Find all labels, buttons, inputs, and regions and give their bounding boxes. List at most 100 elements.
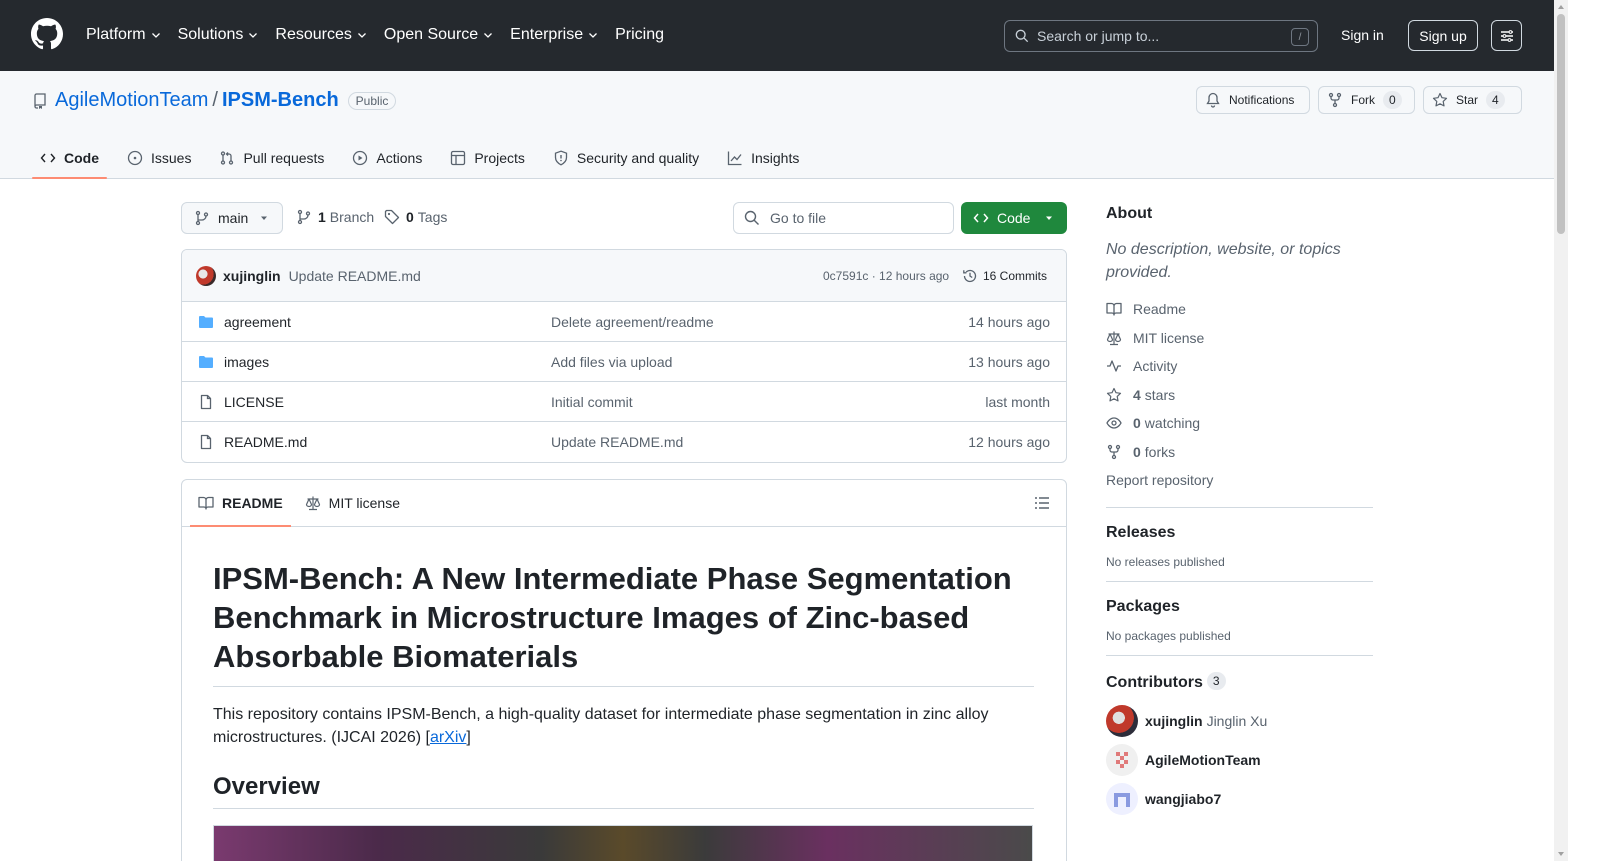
pulse-icon bbox=[1107, 360, 1121, 372]
readme-bracket-close: ] bbox=[466, 729, 471, 746]
avatar[interactable] bbox=[1106, 744, 1138, 776]
file-name-link[interactable]: agreement bbox=[224, 314, 291, 330]
repo-header: AgileMotionTeam / IPSM-Bench Public Noti… bbox=[0, 71, 1554, 179]
page-scrollbar[interactable] bbox=[1554, 0, 1568, 861]
nav-open-source[interactable]: Open Source bbox=[384, 24, 494, 46]
scroll-down-arrow-icon[interactable] bbox=[1557, 850, 1565, 858]
fork-button[interactable]: Fork 0 bbox=[1318, 86, 1415, 114]
tab-projects[interactable]: Projects bbox=[442, 138, 533, 178]
tab-insights[interactable]: Insights bbox=[719, 138, 807, 178]
branch-icon bbox=[195, 210, 209, 226]
file-commit-message[interactable]: Delete agreement/readme bbox=[551, 314, 714, 330]
book-icon bbox=[1106, 303, 1122, 316]
releases-heading[interactable]: Releases bbox=[1106, 524, 1373, 542]
sign-up-button[interactable]: Sign up bbox=[1408, 20, 1478, 51]
global-header: Platform Solutions Resources Open Source… bbox=[0, 0, 1554, 71]
sign-in-link[interactable]: Sign in bbox=[1341, 27, 1384, 43]
tab-license[interactable]: MIT license bbox=[297, 480, 408, 526]
play-icon bbox=[353, 150, 368, 166]
list-icon[interactable] bbox=[1034, 495, 1050, 511]
go-to-file-input[interactable]: Go to file bbox=[733, 202, 954, 234]
star-button[interactable]: Star 4 bbox=[1423, 86, 1522, 114]
tab-security[interactable]: Security and quality bbox=[545, 138, 707, 178]
file-commit-message[interactable]: Update README.md bbox=[551, 434, 683, 450]
github-logo-icon[interactable] bbox=[31, 18, 63, 50]
contributors-count: 3 bbox=[1206, 671, 1226, 690]
file-commit-message[interactable]: Add files via upload bbox=[551, 354, 672, 370]
folder-icon bbox=[199, 315, 213, 328]
visibility-badge: Public bbox=[347, 91, 397, 110]
global-search-input[interactable]: Search or jump to... / bbox=[1004, 20, 1318, 52]
contributor-login[interactable]: AgileMotionTeam bbox=[1145, 752, 1261, 768]
stars-link[interactable]: 4 stars bbox=[1106, 381, 1373, 410]
packages-heading[interactable]: Packages bbox=[1106, 598, 1373, 616]
list-item[interactable]: AgileMotionTeam bbox=[1106, 741, 1373, 780]
about-description: No description, website, or topics provi… bbox=[1106, 241, 1341, 281]
nav-solutions[interactable]: Solutions bbox=[178, 24, 260, 46]
commits-link[interactable]: 16 Commits bbox=[962, 268, 1047, 284]
activity-link[interactable]: Activity bbox=[1106, 352, 1373, 381]
file-name-link[interactable]: README.md bbox=[224, 434, 307, 450]
code-dropdown-button[interactable]: Code bbox=[961, 202, 1067, 234]
pull-request-icon bbox=[221, 151, 234, 165]
repo-separator: / bbox=[212, 89, 218, 111]
contributor-login[interactable]: xujinglin bbox=[1145, 713, 1203, 729]
window-gutter bbox=[1568, 0, 1600, 861]
commit-author-link[interactable]: xujinglin bbox=[223, 268, 281, 284]
table-row[interactable]: README.md Update README.md 12 hours ago bbox=[182, 422, 1066, 462]
scrollbar-thumb[interactable] bbox=[1557, 14, 1565, 234]
about-heading: About bbox=[1106, 205, 1153, 222]
branch-icon bbox=[297, 209, 311, 225]
forks-link[interactable]: 0 forks bbox=[1106, 438, 1373, 467]
avatar[interactable] bbox=[196, 265, 216, 286]
list-item[interactable]: wangjiabo7 bbox=[1106, 780, 1373, 819]
report-repository-link[interactable]: Report repository bbox=[1106, 466, 1373, 495]
list-item[interactable]: xujinglin Jinglin Xu bbox=[1106, 702, 1373, 741]
tab-readme[interactable]: README bbox=[190, 480, 291, 527]
scroll-up-arrow-icon[interactable] bbox=[1557, 3, 1565, 11]
go-to-file-placeholder: Go to file bbox=[770, 210, 827, 226]
notifications-button[interactable]: Notifications bbox=[1196, 86, 1310, 114]
nav-platform[interactable]: Platform bbox=[86, 24, 162, 46]
code-icon bbox=[973, 213, 989, 223]
branches-link[interactable]: 1 Branch bbox=[296, 209, 374, 225]
repo-name-link[interactable]: IPSM-Bench bbox=[222, 89, 339, 112]
contributor-login[interactable]: wangjiabo7 bbox=[1145, 791, 1221, 807]
tab-actions[interactable]: Actions bbox=[344, 138, 430, 178]
star-icon bbox=[1432, 92, 1448, 107]
file-commit-message[interactable]: Initial commit bbox=[551, 394, 633, 410]
nav-enterprise[interactable]: Enterprise bbox=[510, 24, 599, 46]
search-icon bbox=[1015, 29, 1029, 43]
table-row[interactable]: LICENSE Initial commit last month bbox=[182, 382, 1066, 422]
tab-issues[interactable]: Issues bbox=[119, 138, 199, 178]
menu-button[interactable] bbox=[1491, 20, 1522, 51]
table-row[interactable]: agreement Delete agreement/readme 14 hou… bbox=[182, 302, 1066, 342]
chevron-down-icon bbox=[357, 33, 366, 38]
repo-owner-link[interactable]: AgileMotionTeam bbox=[55, 89, 208, 112]
tags-link[interactable]: 0 Tags bbox=[384, 209, 447, 225]
tab-pull-requests[interactable]: Pull requests bbox=[211, 138, 332, 178]
tab-code[interactable]: Code bbox=[32, 138, 107, 179]
license-link[interactable]: MIT license bbox=[1106, 324, 1373, 353]
nav-resources-label: Resources bbox=[275, 26, 352, 43]
branch-select-button[interactable]: main bbox=[181, 202, 283, 234]
contributors-heading[interactable]: Contributors 3 bbox=[1106, 671, 1373, 692]
avatar[interactable] bbox=[1106, 783, 1138, 815]
star-count: 4 bbox=[1486, 91, 1505, 109]
law-icon bbox=[305, 496, 320, 511]
commit-message-link[interactable]: Update README.md bbox=[289, 268, 421, 284]
readme-link[interactable]: Readme bbox=[1106, 295, 1373, 324]
watching-link[interactable]: 0 watching bbox=[1106, 409, 1373, 438]
avatar[interactable] bbox=[1106, 705, 1138, 737]
file-name-link[interactable]: LICENSE bbox=[224, 394, 284, 410]
nav-resources[interactable]: Resources bbox=[275, 24, 367, 46]
table-icon bbox=[451, 150, 466, 166]
table-row[interactable]: images Add files via upload 13 hours ago bbox=[182, 342, 1066, 382]
arxiv-link[interactable]: arXiv bbox=[430, 729, 466, 746]
bell-icon bbox=[1206, 92, 1220, 108]
readme-intro: This repository contains IPSM-Bench, a h… bbox=[213, 703, 1034, 749]
file-name-link[interactable]: images bbox=[224, 354, 269, 370]
commit-hash-time[interactable]: 0c7591c · 12 hours ago bbox=[823, 269, 949, 283]
nav-pricing[interactable]: Pricing bbox=[615, 24, 664, 46]
about-links: Readme MIT license Activity 4 stars 0 watc… bbox=[1106, 295, 1373, 495]
